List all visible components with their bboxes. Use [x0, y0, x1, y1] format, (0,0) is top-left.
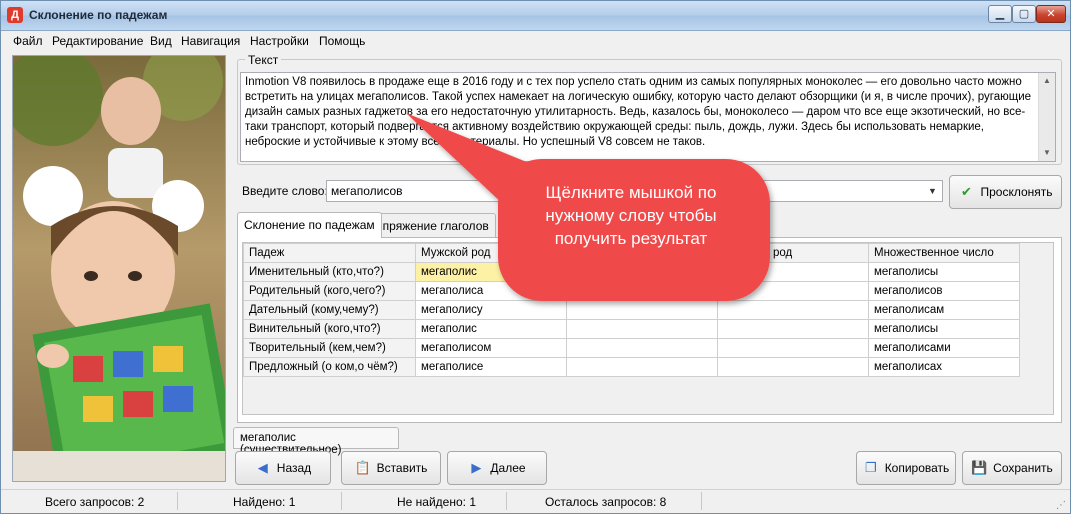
- menu-help[interactable]: Помощь: [319, 34, 365, 48]
- arrow-right-icon: ▶: [471, 460, 482, 475]
- schoolgirl-image: [13, 56, 225, 481]
- next-button[interactable]: ▶ Далее: [447, 451, 547, 485]
- table-cell[interactable]: [566, 319, 718, 339]
- case-cell: Дательный (кому,чему?): [243, 300, 416, 320]
- text-area[interactable]: Inmotion V8 появилось в продаже еще в 20…: [240, 72, 1056, 162]
- table-cell[interactable]: мегаполис: [415, 262, 567, 282]
- status-not-found: Не найдено: 1: [397, 495, 476, 509]
- back-button[interactable]: ◀ Назад: [235, 451, 331, 485]
- text-content[interactable]: Inmotion V8 появилось в продаже еще в 20…: [245, 75, 1035, 150]
- callout-text: Щёлкните мышкой по нужному слову чтобы п…: [545, 183, 717, 248]
- table-cell[interactable]: [717, 338, 869, 358]
- resize-grip-icon[interactable]: ⋰: [1056, 500, 1066, 511]
- chevron-down-icon[interactable]: ▼: [924, 182, 941, 200]
- menu-view[interactable]: Вид: [150, 34, 172, 48]
- table-cell[interactable]: мегаполисом: [415, 338, 567, 358]
- title-bar: Д Склонение по падежам ▁ ▢ ✕: [1, 1, 1070, 31]
- status-divider: [506, 492, 507, 510]
- tab-declension[interactable]: Склонение по падежам: [237, 212, 382, 238]
- table-cell[interactable]: [566, 262, 718, 282]
- status-divider: [341, 492, 342, 510]
- table-cell[interactable]: [566, 357, 718, 377]
- status-divider: [177, 492, 178, 510]
- table-cell[interactable]: мегаполисов: [868, 281, 1020, 301]
- table-cell[interactable]: мегаполисы: [868, 262, 1020, 282]
- menu-bar: Файл Редактирование Вид Навигация Настро…: [1, 31, 1070, 51]
- floppy-disk-icon: 💾: [971, 460, 988, 475]
- table-cell[interactable]: мегаполиса: [415, 281, 567, 301]
- table-cell[interactable]: мегаполисах: [868, 357, 1020, 377]
- copy-button[interactable]: ❐ Копировать: [856, 451, 956, 485]
- table-cell[interactable]: мегаполис: [415, 319, 567, 339]
- decline-button[interactable]: ✔ Просклонять: [949, 175, 1062, 209]
- schoolgirl-photo: [12, 55, 226, 482]
- check-icon: ✔: [961, 184, 972, 199]
- scroll-down-icon[interactable]: ▼: [1039, 145, 1055, 161]
- table-cell[interactable]: [717, 281, 869, 301]
- table-cell[interactable]: [566, 281, 718, 301]
- text-group-legend: Текст: [245, 53, 282, 67]
- arrow-left-icon: ◀: [257, 460, 268, 475]
- table-cell[interactable]: мегаполисы: [868, 319, 1020, 339]
- case-cell: Именительный (кто,что?): [243, 262, 416, 282]
- clipboard-icon: 📋: [354, 460, 371, 475]
- word-input-label: Введите слово:: [242, 184, 328, 198]
- scroll-up-icon[interactable]: ▲: [1039, 73, 1055, 89]
- tab-conjugation[interactable]: Спряжение глаголов: [367, 213, 496, 237]
- table-row: Родительный (кого,чего?) мегаполиса мега…: [243, 281, 1020, 301]
- back-button-label: Назад: [276, 461, 312, 475]
- window-title: Склонение по падежам: [29, 8, 168, 22]
- case-cell: Творительный (кем,чем?): [243, 338, 416, 358]
- column-header: Падеж: [243, 243, 416, 263]
- text-scrollbar[interactable]: ▲ ▼: [1038, 73, 1055, 161]
- table-cell[interactable]: [717, 300, 869, 320]
- column-header: Множественное число: [868, 243, 1020, 263]
- table-row: Предложный (о ком,о чём?) мегаполисе мег…: [243, 357, 1020, 377]
- status-bar: Всего запросов: 2 Найдено: 1 Не найдено:…: [1, 489, 1070, 513]
- menu-edit[interactable]: Редактирование: [52, 34, 143, 48]
- case-cell: Винительный (кого,что?): [243, 319, 416, 339]
- app-window: Д Склонение по падежам ▁ ▢ ✕ Файл Редакт…: [0, 0, 1071, 514]
- copy-icon: ❐: [864, 460, 877, 475]
- table-row: Винительный (кого,что?) мегаполис мегапо…: [243, 319, 1020, 339]
- table-cell[interactable]: [566, 338, 718, 358]
- table-cell[interactable]: мегаполисами: [868, 338, 1020, 358]
- table-cell[interactable]: мегаполисам: [868, 300, 1020, 320]
- minimize-button[interactable]: ▁: [988, 5, 1012, 23]
- result-tab[interactable]: мегаполис (существительное): [233, 427, 399, 456]
- table-cell[interactable]: [717, 262, 869, 282]
- paste-button[interactable]: 📋 Вставить: [341, 451, 441, 485]
- menu-settings[interactable]: Настройки: [250, 34, 309, 48]
- case-cell: Предложный (о ком,о чём?): [243, 357, 416, 377]
- app-icon: Д: [7, 7, 23, 23]
- case-cell: Родительный (кого,чего?): [243, 281, 416, 301]
- table-cell[interactable]: [717, 319, 869, 339]
- table-row: Именительный (кто,что?) мегаполис мегапо…: [243, 262, 1020, 282]
- table-row: Творительный (кем,чем?) мегаполисом мега…: [243, 338, 1020, 358]
- status-total: Всего запросов: 2: [45, 495, 145, 509]
- decline-button-label: Просклонять: [980, 185, 1053, 199]
- save-button-label: Сохранить: [993, 461, 1053, 475]
- declension-table: Падеж Мужской род Женский род Средний ро…: [243, 243, 1020, 377]
- save-button[interactable]: 💾 Сохранить: [962, 451, 1062, 485]
- table-cell[interactable]: [566, 300, 718, 320]
- status-remaining: Осталось запросов: 8: [545, 495, 667, 509]
- status-found: Найдено: 1: [233, 495, 296, 509]
- declension-grid: Падеж Мужской род Женский род Средний ро…: [242, 242, 1054, 415]
- next-button-label: Далее: [490, 461, 526, 475]
- menu-navigation[interactable]: Навигация: [181, 34, 240, 48]
- table-cell[interactable]: мегаполису: [415, 300, 567, 320]
- status-divider: [701, 492, 702, 510]
- copy-button-label: Копировать: [884, 461, 950, 475]
- table-row: Дательный (кому,чему?) мегаполису мегапо…: [243, 300, 1020, 320]
- paste-button-label: Вставить: [376, 461, 428, 475]
- table-cell[interactable]: [717, 357, 869, 377]
- table-cell[interactable]: мегаполисе: [415, 357, 567, 377]
- close-button[interactable]: ✕: [1036, 5, 1066, 23]
- maximize-button[interactable]: ▢: [1012, 5, 1036, 23]
- menu-file[interactable]: Файл: [13, 34, 43, 48]
